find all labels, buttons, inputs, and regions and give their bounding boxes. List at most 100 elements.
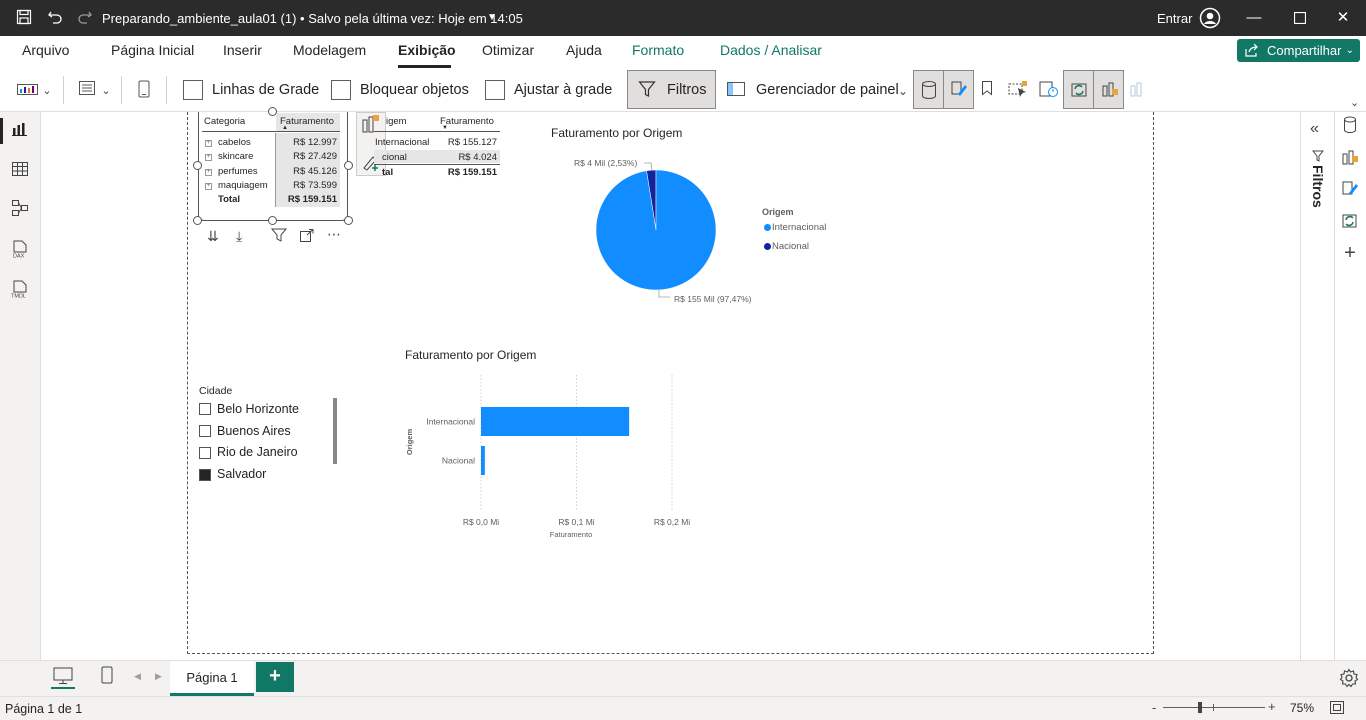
save-icon[interactable] (15, 9, 33, 27)
bar-internacional[interactable] (481, 407, 630, 436)
slicer-item-buenos-aires[interactable]: Buenos Aires (217, 424, 291, 438)
filter-icon[interactable] (270, 228, 288, 247)
tab-inserir[interactable]: Inserir (223, 42, 262, 58)
report-view-icon[interactable] (9, 120, 31, 142)
slicer-item-rio-de-janeiro[interactable]: Rio de Janeiro (217, 445, 298, 459)
format-pane-button[interactable] (943, 70, 974, 109)
resize-handle[interactable] (268, 107, 277, 116)
user-icon[interactable] (1199, 7, 1221, 29)
zoom-slider-thumb[interactable] (1198, 702, 1202, 713)
slicer-item-salvador[interactable]: Salvador (217, 467, 266, 481)
format-pane-icon[interactable] (1340, 180, 1360, 202)
undo-icon[interactable] (46, 9, 64, 27)
slicer-checkbox[interactable] (199, 425, 211, 437)
expand-icon[interactable]: + (205, 169, 212, 176)
resize-handle[interactable] (268, 216, 277, 225)
add-pane-icon[interactable]: + (1340, 242, 1360, 264)
pie-legend-item[interactable]: Nacional (772, 241, 809, 252)
redo-icon[interactable] (76, 9, 94, 27)
data-pane-icon[interactable] (1340, 116, 1360, 138)
panel-manager-label[interactable]: Gerenciador de painel (756, 82, 899, 98)
mobile-view-icon[interactable] (101, 666, 113, 689)
drill-down-icon[interactable]: ⇊ (207, 228, 219, 245)
build-visual-icon[interactable] (361, 114, 381, 139)
expand-pane-icon[interactable]: « (1310, 120, 1319, 138)
close-icon[interactable]: ✕ (1331, 6, 1355, 30)
sync-slicers-button[interactable] (1063, 70, 1094, 109)
focus-mode-icon[interactable] (300, 229, 314, 247)
resize-handle[interactable] (193, 216, 202, 225)
tab-exibicao[interactable]: Exibição (398, 42, 456, 58)
tab-dados-analisar[interactable]: Dados / Analisar (720, 42, 822, 58)
minimize-icon[interactable]: — (1242, 6, 1266, 30)
pie-legend-item[interactable]: Internacional (772, 222, 826, 233)
matrix-header-value[interactable]: Faturamento (280, 116, 334, 127)
tab-ajuda[interactable]: Ajuda (566, 42, 602, 58)
chevron-down-icon[interactable]: ⌄ (99, 80, 113, 102)
table-view-icon[interactable] (9, 160, 31, 182)
selection-icon[interactable] (1007, 80, 1029, 102)
snap-to-grid-checkbox[interactable] (485, 80, 505, 100)
zoom-out-icon[interactable]: - (1152, 700, 1156, 715)
expand-hierarchy-icon[interactable]: ⤓ (236, 228, 242, 245)
bar-nacional[interactable] (481, 446, 485, 475)
bar-chart[interactable]: R$ 0,0 Mi R$ 0,1 Mi R$ 0,2 Mi Internacional… (400, 370, 710, 545)
tab-arquivo[interactable]: Arquivo (22, 42, 69, 58)
resize-handle[interactable] (344, 161, 353, 170)
resize-handle[interactable] (344, 216, 353, 225)
tab-modelagem[interactable]: Modelagem (293, 42, 366, 58)
prev-page-icon[interactable]: ◀ (134, 671, 141, 682)
slicer-item-belo-horizonte[interactable]: Belo Horizonte (217, 402, 299, 416)
chevron-down-icon[interactable]: ⌄ (896, 80, 910, 102)
gridlines-checkbox[interactable] (183, 80, 203, 100)
chevron-down-icon[interactable]: ⌄ (1350, 96, 1359, 109)
visual-pane-button[interactable] (1093, 70, 1124, 109)
slicer-scrollbar[interactable] (333, 398, 337, 464)
page-tab-1[interactable]: Página 1 (170, 661, 254, 696)
zoom-level[interactable]: 75% (1290, 701, 1314, 715)
mobile-layout-icon[interactable] (136, 80, 152, 102)
theme-gallery-icon[interactable] (16, 80, 40, 102)
tab-formato[interactable]: Formato (632, 42, 684, 58)
resize-handle[interactable] (193, 161, 202, 170)
slicer-checkbox-checked[interactable] (199, 469, 211, 481)
chevron-down-icon[interactable]: ⌄ (40, 80, 54, 102)
expand-icon[interactable]: + (205, 183, 212, 190)
data-pane-button[interactable] (913, 70, 944, 109)
next-page-icon[interactable]: ▶ (155, 671, 162, 682)
zoom-slider-track[interactable] (1163, 707, 1265, 708)
maximize-icon[interactable] (1288, 6, 1312, 30)
filters-pane-collapsed[interactable]: « Filtros (1300, 112, 1334, 660)
expand-icon[interactable]: + (205, 154, 212, 161)
document-title[interactable]: Preparando_ambiente_aula01 (1) • Salvo p… (102, 11, 523, 26)
dax-query-view-icon[interactable]: DAX (9, 240, 31, 262)
tab-pagina-inicial[interactable]: Página Inicial (111, 42, 194, 58)
share-button[interactable]: Compartilhar ⌄ (1237, 39, 1360, 62)
sign-in-link[interactable]: Entrar (1157, 11, 1192, 26)
tab-otimizar[interactable]: Otimizar (482, 42, 534, 58)
more-options-icon[interactable]: ⋯ (327, 226, 341, 243)
pie-slice-internacional[interactable] (595, 169, 717, 291)
matrix-header-category[interactable]: Categoria (204, 116, 245, 127)
slicer-checkbox[interactable] (199, 403, 211, 415)
filters-pane-button[interactable]: Filtros (627, 70, 716, 109)
tmdl-view-icon[interactable]: TMDL (9, 280, 31, 302)
ribbon-separator (121, 76, 122, 104)
model-view-icon[interactable] (9, 200, 31, 222)
expand-icon[interactable]: + (205, 140, 212, 147)
zoom-in-icon[interactable]: + (1268, 699, 1276, 714)
bookmark-icon[interactable] (978, 80, 996, 102)
fit-to-page-icon[interactable] (1330, 701, 1344, 719)
cylinder-icon (921, 80, 937, 105)
add-page-button[interactable]: + (256, 662, 294, 692)
table2-header-value[interactable]: Faturamento (440, 116, 494, 127)
slicer-checkbox[interactable] (199, 447, 211, 459)
performance-analyzer-icon[interactable] (1038, 80, 1060, 102)
page-view-icon[interactable] (76, 80, 98, 102)
visualizations-pane-icon[interactable] (1340, 148, 1360, 170)
lock-objects-checkbox[interactable] (331, 80, 351, 100)
chevron-down-icon[interactable]: ▼ (487, 12, 497, 23)
table2-header-origin[interactable]: igem (386, 116, 407, 127)
sync-slicers-icon[interactable] (1340, 212, 1360, 234)
settings-icon[interactable] (1339, 668, 1359, 693)
